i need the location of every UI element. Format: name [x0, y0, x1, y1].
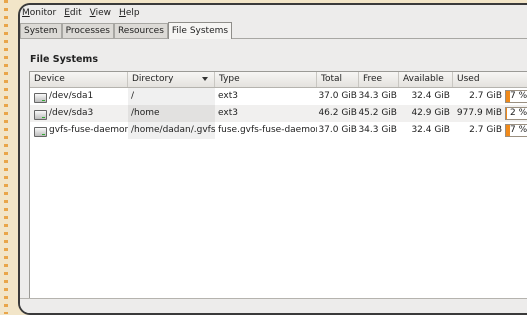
- column-header-used[interactable]: Used: [453, 72, 527, 87]
- menu-help[interactable]: Help: [119, 8, 146, 18]
- tab-file-systems[interactable]: File Systems: [167, 22, 233, 39]
- cell-used: 2.7 GiB: [469, 91, 502, 101]
- cell-available: 32.4 GiB: [411, 91, 450, 101]
- cell-used: 977.9 MiB: [456, 108, 502, 118]
- cell-available: 32.4 GiB: [411, 125, 450, 135]
- tab-resources[interactable]: Resources: [113, 23, 168, 38]
- status-bar: [20, 298, 527, 313]
- menu-monitor[interactable]: Monitor: [22, 8, 62, 18]
- table-header: Device Directory Type Total Free Availab…: [30, 72, 527, 88]
- menu-view[interactable]: View: [90, 8, 117, 18]
- section-title: File Systems: [30, 54, 98, 65]
- column-header-device[interactable]: Device: [30, 72, 128, 87]
- sort-descending-icon: [202, 77, 208, 81]
- harddisk-icon: [34, 127, 47, 137]
- table-row[interactable]: /dev/sda3 /home ext3 46.2 GiB 45.2 GiB 4…: [30, 105, 527, 122]
- harddisk-icon: [34, 110, 47, 120]
- cell-available: 42.9 GiB: [411, 108, 450, 118]
- usage-bar: 2 %: [505, 107, 527, 120]
- cell-used: 2.7 GiB: [469, 125, 502, 135]
- file-systems-table: Device Directory Type Total Free Availab…: [29, 71, 527, 312]
- cell-directory: /home: [128, 105, 215, 122]
- cell-type: ext3: [218, 108, 238, 118]
- tab-bar: System Processes Resources File Systems: [20, 20, 527, 39]
- column-header-free[interactable]: Free: [359, 72, 399, 87]
- cell-total: 37.0 GiB: [318, 125, 357, 135]
- usage-bar: 7 %: [505, 90, 527, 103]
- cell-total: 46.2 GiB: [318, 108, 357, 118]
- cell-directory: /: [128, 88, 215, 105]
- column-header-available[interactable]: Available: [399, 72, 453, 87]
- desktop-dotted-border: [4, 0, 8, 314]
- cell-device: /dev/sda1: [49, 91, 94, 101]
- column-header-directory-label: Directory: [132, 74, 174, 84]
- cell-device: gvfs-fuse-daemon: [49, 125, 128, 135]
- column-header-directory[interactable]: Directory: [128, 72, 215, 87]
- cell-total: 37.0 GiB: [318, 91, 357, 101]
- cell-free: 34.3 GiB: [358, 91, 397, 101]
- usage-percent: 2 %: [510, 108, 527, 118]
- file-systems-panel: File Systems Device Directory Type Total…: [20, 39, 527, 313]
- usage-percent: 7 %: [510, 125, 527, 135]
- table-row[interactable]: /dev/sda1 / ext3 37.0 GiB 34.3 GiB 32.4 …: [30, 88, 527, 105]
- table-row[interactable]: gvfs-fuse-daemon /home/dadan/.gvfs fuse.…: [30, 122, 527, 139]
- tab-processes[interactable]: Processes: [61, 23, 114, 38]
- column-header-total[interactable]: Total: [317, 72, 359, 87]
- cell-free: 34.3 GiB: [358, 125, 397, 135]
- cell-type: fuse.gvfs-fuse-daemon: [218, 125, 317, 135]
- usage-bar: 7 %: [505, 124, 527, 137]
- harddisk-icon: [34, 93, 47, 103]
- system-monitor-window: Monitor Edit View Help System Processes …: [18, 3, 527, 315]
- column-header-type[interactable]: Type: [215, 72, 317, 87]
- menu-edit[interactable]: Edit: [64, 8, 87, 18]
- cell-free: 45.2 GiB: [358, 108, 397, 118]
- usage-bar-fill: [506, 108, 508, 119]
- menubar: Monitor Edit View Help: [20, 5, 527, 20]
- usage-percent: 7 %: [510, 91, 527, 101]
- tab-system[interactable]: System: [20, 23, 62, 38]
- cell-type: ext3: [218, 91, 238, 101]
- cell-device: /dev/sda3: [49, 108, 94, 118]
- cell-directory: /home/dadan/.gvfs: [128, 122, 215, 139]
